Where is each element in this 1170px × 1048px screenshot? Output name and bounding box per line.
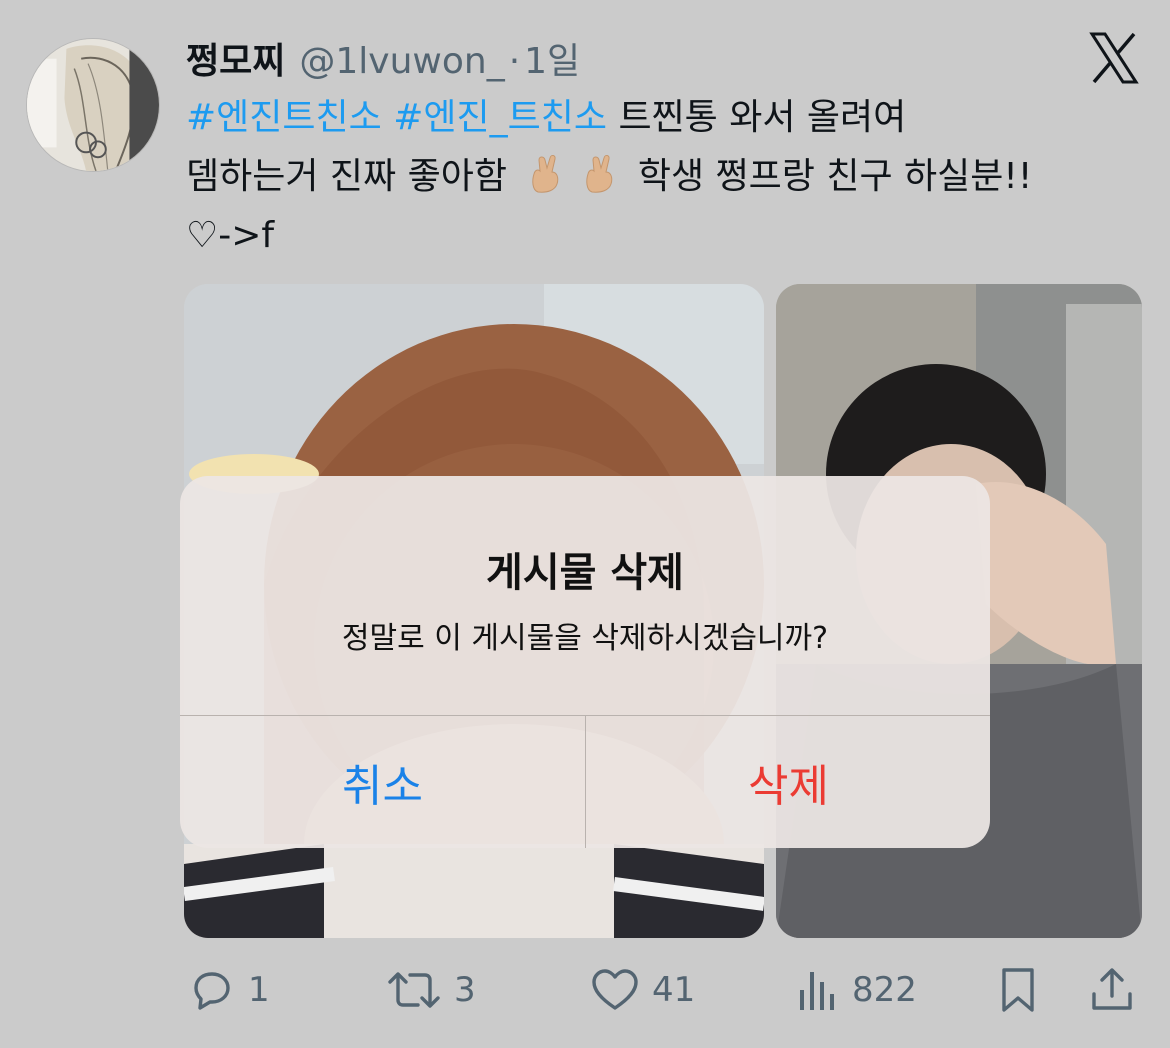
reply-count: 1 — [248, 970, 270, 1010]
avatar-illustration — [27, 39, 159, 171]
tweet-page: 쩡모찌 @1lvuwon_ · 1일 #엔진트친소 #엔진_트친소 트찐통 와서… — [0, 0, 1170, 1048]
reply-icon — [188, 966, 236, 1014]
heart-icon — [590, 966, 640, 1014]
hashtag-link[interactable]: #엔진트친소 — [186, 97, 382, 138]
like-button[interactable]: 41 — [590, 960, 695, 1020]
x-logo-icon — [1088, 32, 1140, 84]
share-button[interactable] — [1088, 960, 1136, 1020]
display-name[interactable]: 쩡모찌 — [186, 32, 285, 84]
tweet-action-bar: 1 3 41 822 — [0, 960, 1170, 1020]
bookmark-button[interactable] — [996, 960, 1040, 1020]
delete-button[interactable]: 삭제 — [586, 716, 990, 848]
views-button[interactable]: 822 — [796, 960, 917, 1020]
avatar[interactable] — [26, 38, 160, 172]
retweet-icon — [386, 966, 442, 1014]
user-handle[interactable]: @1lvuwon_ — [299, 41, 504, 82]
views-chart-icon — [796, 966, 840, 1014]
alert-message: 정말로 이 게시물을 삭제하시겠습니까? — [341, 621, 829, 656]
timestamp[interactable]: 1일 — [524, 32, 580, 84]
tweet-text-segment: 트찐통 와서 올려여 — [618, 97, 907, 138]
retweet-count: 3 — [454, 970, 476, 1010]
tweet-line-3: ♡->f — [186, 206, 1136, 265]
tweet-text-segment: 학생 쩡프랑 친구 하실분!! — [637, 156, 1033, 197]
tweet-line-1: #엔진트친소 #엔진_트친소 트찐통 와서 올려여 — [186, 88, 1136, 147]
alert-title: 게시물 삭제 — [486, 550, 684, 596]
delete-post-alert: 게시물 삭제 정말로 이 게시물을 삭제하시겠습니까? 취소 삭제 — [180, 476, 990, 848]
tweet-line-2: 뎀하는거 진짜 좋아함 학생 쩡프랑 친구 하실분!! — [186, 147, 1136, 206]
tweet-text: #엔진트친소 #엔진_트친소 트찐통 와서 올려여 뎀하는거 진짜 좋아함 학생… — [186, 88, 1136, 265]
view-count: 822 — [852, 970, 917, 1010]
meta-separator: · — [508, 41, 521, 82]
reply-button[interactable]: 1 — [188, 960, 270, 1020]
tweet-header: 쩡모찌 @1lvuwon_ · 1일 — [186, 32, 580, 82]
bookmark-icon — [996, 966, 1040, 1014]
crossed-fingers-icon — [578, 152, 620, 194]
tweet-text-segment: 뎀하는거 진짜 좋아함 — [186, 156, 507, 197]
cancel-button[interactable]: 취소 — [180, 716, 585, 848]
share-icon — [1088, 966, 1136, 1014]
like-count: 41 — [652, 970, 696, 1010]
retweet-button[interactable]: 3 — [386, 960, 476, 1020]
tweet-text-segment: ♡->f — [186, 215, 275, 256]
crossed-fingers-icon — [524, 152, 566, 194]
hashtag-link[interactable]: #엔진_트친소 — [393, 97, 607, 138]
